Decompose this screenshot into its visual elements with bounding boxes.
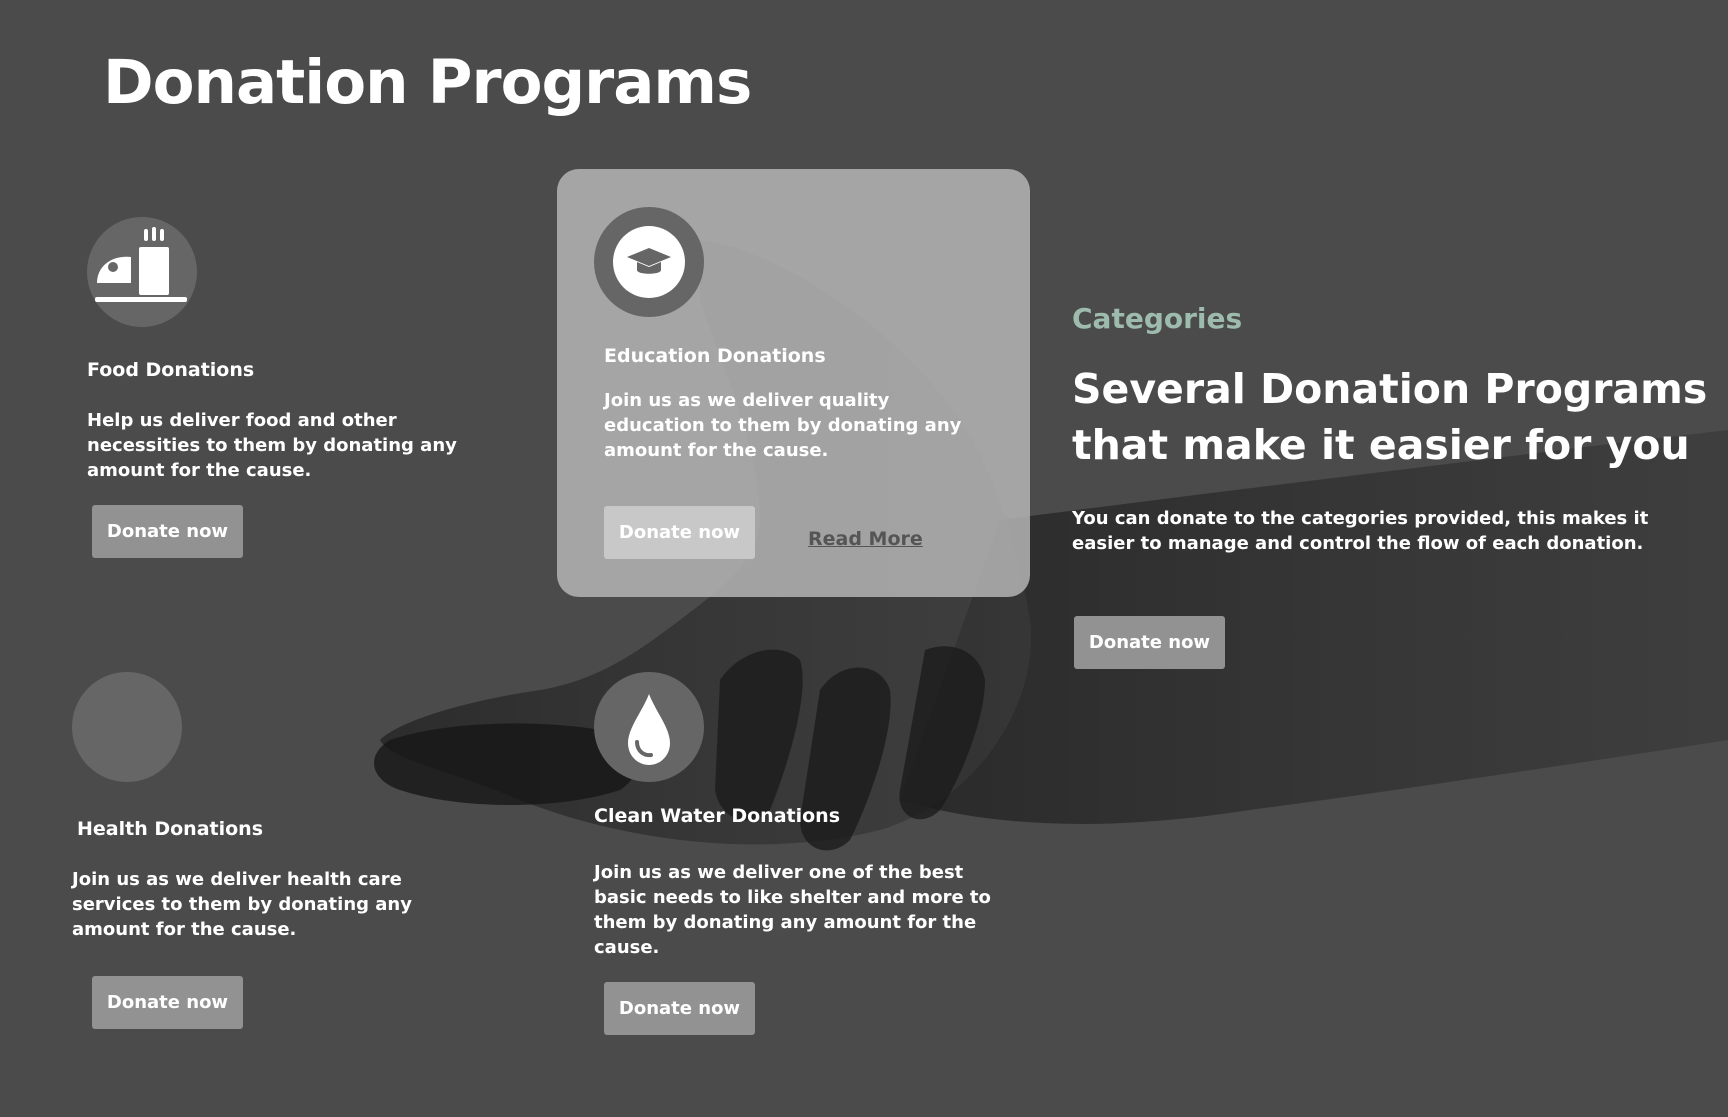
donate-now-button-health[interactable]: Donate now <box>92 976 243 1029</box>
program-description: Join us as we deliver one of the best ba… <box>594 862 991 958</box>
water-drop-icon <box>628 694 670 765</box>
donate-now-button-categories[interactable]: Donate now <box>1074 616 1225 669</box>
categories-description: You can donate to the categories provide… <box>1072 508 1649 554</box>
categories-heading: Several Donation Programs that make it e… <box>1072 365 1708 469</box>
program-description: Help us deliver food and other necessiti… <box>87 410 457 481</box>
page-title: Donation Programs <box>103 47 752 118</box>
program-title: Food Donations <box>87 359 255 381</box>
program-health: Health Donations Join us as we deliver h… <box>72 672 472 1029</box>
graduation-cap-icon <box>613 226 685 298</box>
program-title: Education Donations <box>604 345 826 367</box>
categories-section: Categories Several Donation Programs tha… <box>1072 302 1712 669</box>
donate-now-button-water[interactable]: Donate now <box>604 982 755 1035</box>
program-water: Clean Water Donations Join us as we deli… <box>594 672 994 1035</box>
program-title: Health Donations <box>77 818 264 840</box>
food-icon <box>95 227 187 302</box>
health-icon <box>72 672 182 782</box>
categories-eyebrow: Categories <box>1072 302 1243 335</box>
education-icon-circle <box>594 207 704 317</box>
food-icon-circle <box>87 217 197 327</box>
program-description: Join us as we deliver health care servic… <box>72 869 412 940</box>
donate-now-button-food[interactable]: Donate now <box>92 505 243 558</box>
program-description: Join us as we deliver quality education … <box>604 390 962 461</box>
water-icon-circle <box>594 672 704 782</box>
read-more-link[interactable]: Read More <box>808 528 923 550</box>
program-title: Clean Water Donations <box>594 805 841 827</box>
program-card-education: Education Donations Join us as we delive… <box>557 169 1030 597</box>
donate-now-button-education[interactable]: Donate now <box>604 506 755 559</box>
program-food: Food Donations Help us deliver food and … <box>87 217 487 558</box>
